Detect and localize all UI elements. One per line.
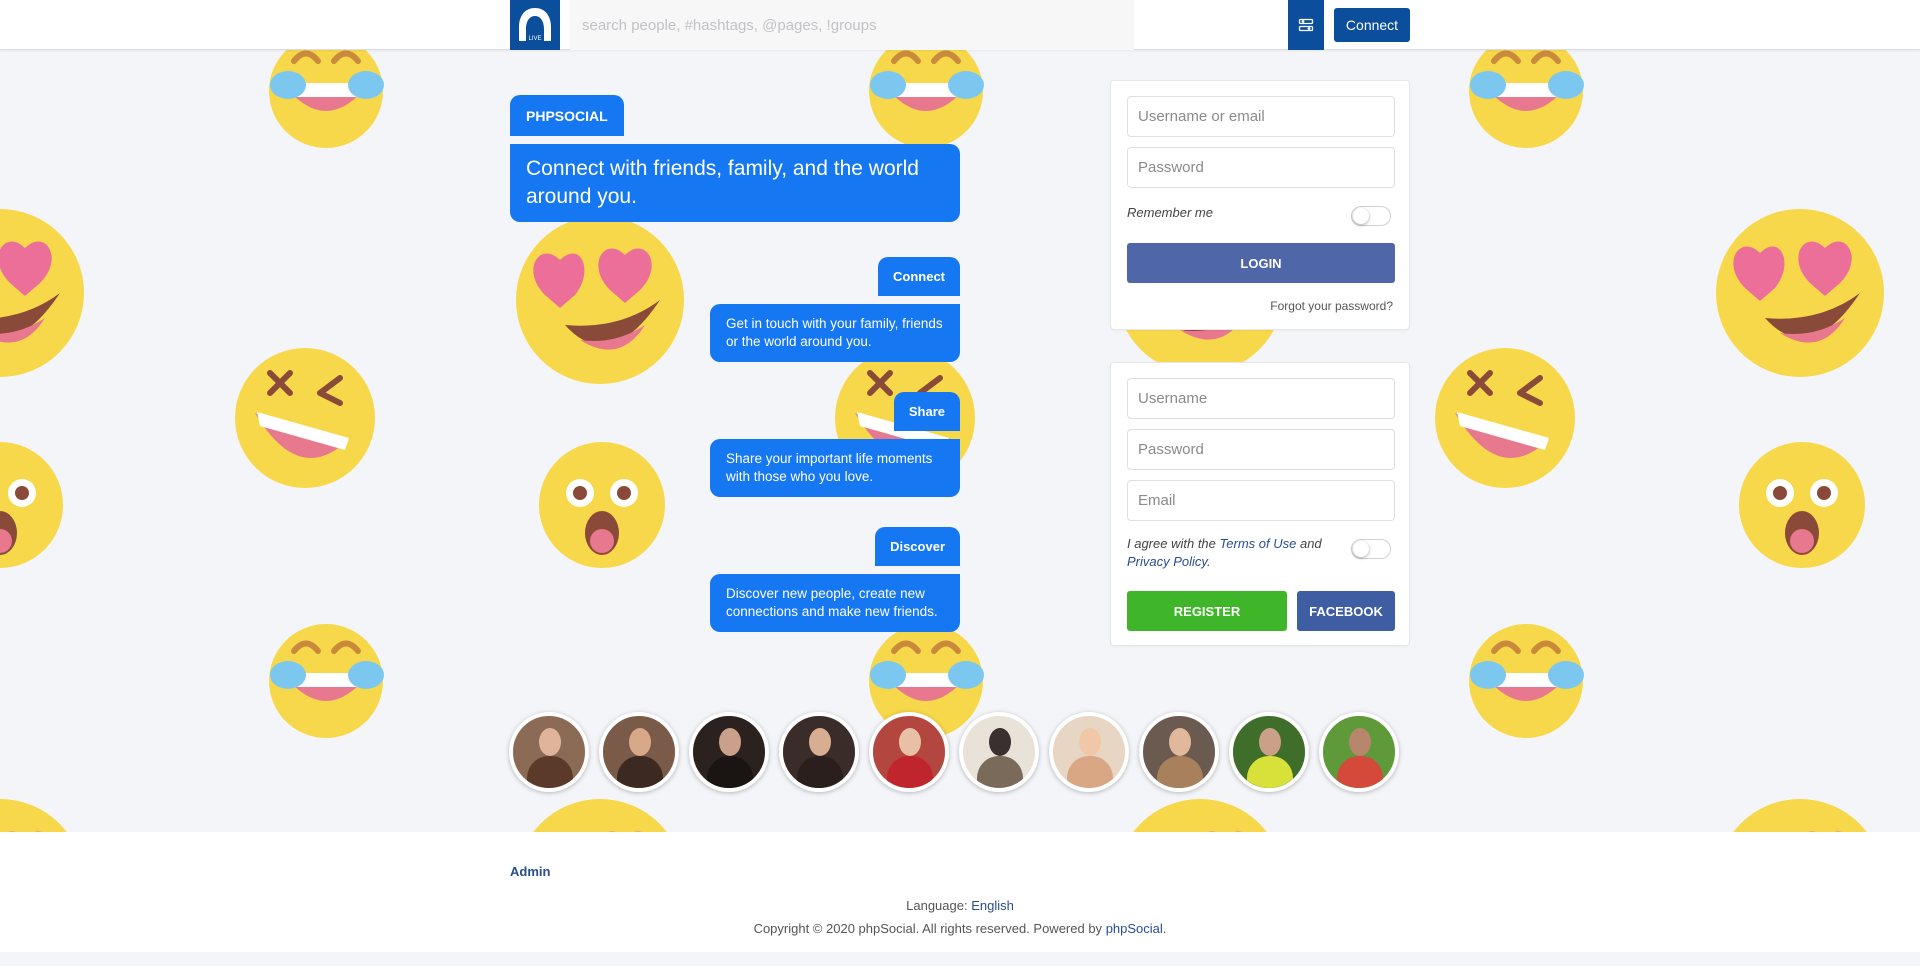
avatar[interactable] xyxy=(1139,712,1219,792)
avatar[interactable] xyxy=(779,712,859,792)
language-selector-link[interactable]: English xyxy=(971,898,1014,913)
register-email-input[interactable] xyxy=(1127,480,1395,521)
avatar[interactable] xyxy=(959,712,1039,792)
avatar[interactable] xyxy=(689,712,769,792)
footer: Admin Language: English Copyright © 2020… xyxy=(0,832,1920,952)
avatar[interactable] xyxy=(599,712,679,792)
remember-me-label: Remember me xyxy=(1127,205,1213,220)
agree-suffix: . xyxy=(1206,554,1211,569)
register-button[interactable]: REGISTER xyxy=(1127,591,1287,631)
avatar[interactable] xyxy=(869,712,949,792)
register-username-input[interactable] xyxy=(1127,378,1395,419)
bottom-strip xyxy=(0,952,1920,966)
language-line: Language: English xyxy=(0,898,1920,913)
login-button[interactable]: LOGIN xyxy=(1127,243,1395,283)
logo-caption: LIVE xyxy=(528,36,541,42)
terms-agreement: I agree with the Terms of Use and Privac… xyxy=(1127,535,1327,571)
language-label: Language: xyxy=(906,898,968,913)
feature-tag-share: Share xyxy=(893,392,960,431)
copyright-line: Copyright © 2020 phpSocial. All rights r… xyxy=(0,921,1920,936)
copyright-suffix: . xyxy=(1162,921,1167,936)
powered-by-link[interactable]: phpSocial xyxy=(1106,921,1163,936)
login-card: Remember me LOGIN Forgot your password? xyxy=(1110,80,1410,330)
hero-headline: Connect with friends, family, and the wo… xyxy=(510,144,960,222)
terms-of-use-link[interactable]: Terms of Use xyxy=(1220,536,1297,551)
feature-text-discover: Discover new people, create new connecti… xyxy=(710,574,960,632)
login-password-input[interactable] xyxy=(1127,147,1395,188)
brand-badge: PHPSOCIAL xyxy=(510,95,624,136)
site-logo[interactable]: LIVE xyxy=(510,0,560,50)
privacy-policy-link[interactable]: Privacy Policy xyxy=(1127,554,1207,569)
top-navbar: LIVE Connect xyxy=(0,0,1920,50)
avatar[interactable] xyxy=(509,712,589,792)
connect-button[interactable]: Connect xyxy=(1334,8,1410,42)
avatar[interactable] xyxy=(1229,712,1309,792)
terms-toggle[interactable] xyxy=(1351,539,1391,559)
sliders-icon xyxy=(1298,18,1314,32)
forgot-password-link[interactable]: Forgot your password? xyxy=(1270,299,1393,313)
feature-tag-discover: Discover xyxy=(875,527,960,566)
avatar[interactable] xyxy=(1319,712,1399,792)
remember-me-toggle[interactable] xyxy=(1351,206,1391,226)
search-input[interactable] xyxy=(570,0,1134,50)
register-card: I agree with the Terms of Use and Privac… xyxy=(1110,362,1410,646)
member-avatars xyxy=(509,712,1409,792)
feature-text-share: Share your important life moments with t… xyxy=(710,439,960,497)
settings-button[interactable] xyxy=(1288,0,1324,50)
agree-and: and xyxy=(1299,536,1322,551)
register-password-input[interactable] xyxy=(1127,429,1395,470)
login-username-input[interactable] xyxy=(1127,96,1395,137)
admin-link[interactable]: Admin xyxy=(510,864,550,879)
logo-icon: LIVE xyxy=(519,8,551,42)
avatar[interactable] xyxy=(1049,712,1129,792)
copyright-text: Copyright © 2020 phpSocial. All rights r… xyxy=(753,921,1103,936)
feature-text-connect: Get in touch with your family, friends o… xyxy=(710,304,960,362)
feature-tag-connect: Connect xyxy=(878,257,960,296)
agree-prefix: I agree with the xyxy=(1127,536,1216,551)
facebook-login-button[interactable]: FACEBOOK xyxy=(1297,591,1395,631)
